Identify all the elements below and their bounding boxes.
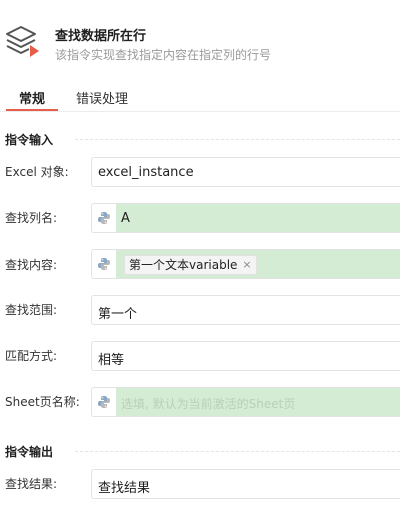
search-column-label: 查找列名: [5, 211, 58, 225]
excel-object-value: excel_instance [98, 165, 194, 180]
excel-object-field[interactable]: excel_instance [91, 157, 400, 187]
python-icon[interactable] [92, 250, 116, 278]
search-result-value: 查找结果 [98, 481, 151, 496]
section-title-output: 指令输出 [5, 445, 54, 459]
search-column-field[interactable]: A [91, 203, 400, 233]
close-icon[interactable]: × [242, 256, 251, 274]
section-title-input: 指令输入 [5, 133, 54, 147]
tab-general[interactable]: 常规 [19, 88, 45, 107]
search-range-label: 查找范围: [5, 303, 58, 317]
tabs-divider [0, 111, 400, 112]
match-mode-select[interactable]: 相等 [91, 341, 400, 371]
tab-bar: 常规 错误处理 [0, 82, 400, 112]
sheet-name-label: Sheet页名称: [5, 395, 80, 409]
command-description: 该指令实现查找指定内容在指定列的行号 [55, 48, 272, 62]
variable-chip[interactable]: 第一个文本variable × [124, 255, 257, 275]
match-mode-value: 相等 [98, 353, 125, 368]
python-icon[interactable] [92, 204, 116, 232]
command-panel: 查找数据所在行 该指令实现查找指定内容在指定列的行号 常规 错误处理 指令输入 … [0, 0, 400, 506]
expression-area[interactable]: 选填, 默认为当前激活的Sheet页 [116, 388, 400, 416]
search-result-label: 查找结果: [5, 477, 58, 491]
expression-area[interactable]: 第一个文本variable × [116, 250, 400, 278]
sheet-name-placeholder: 选填, 默认为当前激活的Sheet页 [121, 397, 296, 411]
tab-error-handling[interactable]: 错误处理 [76, 88, 128, 107]
python-icon[interactable] [92, 388, 116, 416]
search-range-value: 第一个 [98, 307, 138, 322]
search-column-value: A [121, 211, 130, 226]
command-title: 查找数据所在行 [55, 29, 147, 44]
search-content-field[interactable]: 第一个文本variable × [91, 249, 400, 279]
search-range-select[interactable]: 第一个 [91, 295, 400, 325]
section-divider [75, 139, 400, 140]
excel-object-label: Excel 对象: [5, 165, 69, 179]
sheet-name-field[interactable]: 选填, 默认为当前激活的Sheet页 [91, 387, 400, 417]
search-content-label: 查找内容: [5, 258, 58, 272]
layers-stack-icon [6, 26, 39, 57]
section-divider [75, 451, 400, 452]
search-result-field[interactable]: 查找结果 [91, 469, 400, 499]
command-header: 查找数据所在行 该指令实现查找指定内容在指定列的行号 [0, 14, 400, 70]
match-mode-label: 匹配方式: [5, 349, 58, 363]
expression-area[interactable]: A [116, 204, 400, 232]
variable-chip-label: 第一个文本variable [129, 258, 238, 272]
